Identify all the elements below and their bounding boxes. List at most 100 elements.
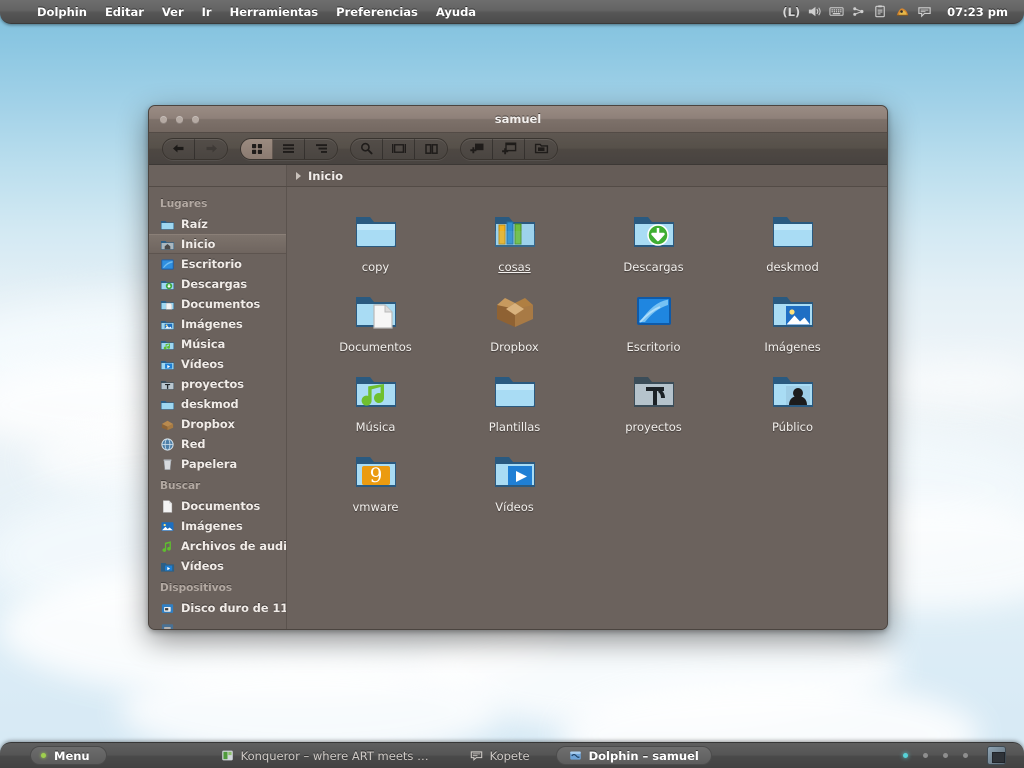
breadcrumb[interactable]: Inicio [287, 169, 343, 183]
sidebar-item-label: Red [181, 437, 206, 451]
preview-icon [391, 144, 406, 153]
svg-text:9: 9 [369, 463, 382, 487]
videos-folder-icon [160, 360, 175, 370]
file-grid: copy cosas Descargas deskmod Documentos … [287, 201, 887, 523]
sidebar-item-documentos[interactable]: Documentos [149, 294, 286, 314]
pager-desktop-1[interactable] [903, 753, 908, 758]
sidebar-item-buscar-imagenes[interactable]: Imágenes [149, 516, 286, 536]
menu-button[interactable]: Menu [30, 746, 107, 765]
file-item-dropbox[interactable]: Dropbox [445, 285, 584, 363]
menu-item-ir[interactable]: Ir [193, 2, 221, 22]
network-icon [161, 437, 174, 451]
sidebar-item-red[interactable]: Red [149, 434, 286, 454]
file-item-descargas[interactable]: Descargas [584, 205, 723, 283]
task-konqueror[interactable]: Konqueror – where ART meets applic... [209, 746, 444, 765]
file-item-copy[interactable]: copy [306, 205, 445, 283]
file-item-musica[interactable]: Música [306, 365, 445, 443]
dolphin-window[interactable]: samuel Inicio Lugares Raíz Inicio Escrit… [148, 105, 888, 630]
sidebar-item-dropbox[interactable]: Dropbox [149, 414, 286, 434]
sidebar-item-label: Descargas [181, 277, 248, 291]
sidebar-item-inicio[interactable]: Inicio [149, 234, 286, 254]
pager-desktop-2[interactable] [923, 753, 928, 758]
sidebar-item-proyectos[interactable]: proyectos [149, 374, 286, 394]
arrow-right-icon [206, 144, 217, 153]
details-view-button[interactable] [305, 139, 337, 159]
sidebar-item-clipped[interactable] [149, 618, 286, 629]
file-item-vmware[interactable]: 9 vmware [306, 445, 445, 523]
grid-icon [251, 143, 262, 154]
new-tab-button[interactable] [461, 138, 493, 159]
task-kopete[interactable]: Kopete [458, 746, 542, 765]
breadcrumb-path[interactable]: Inicio [308, 169, 343, 183]
file-item-proyectos[interactable]: proyectos [584, 365, 723, 443]
file-item-deskmod[interactable]: deskmod [723, 205, 862, 283]
keyboard-icon[interactable] [829, 4, 844, 19]
pager-desktop-4[interactable] [963, 753, 968, 758]
places-sidebar[interactable]: Lugares Raíz Inicio Escritorio Descargas… [149, 187, 287, 629]
folder-public-icon [772, 377, 813, 407]
sidebar-item-disco-duro[interactable]: Disco duro de 115. [149, 598, 286, 618]
pager-desktop-3[interactable] [943, 753, 948, 758]
dolphin-icon [569, 751, 581, 760]
file-item-imagenes[interactable]: Imágenes [723, 285, 862, 363]
sidebar-item-papelera[interactable]: Papelera [149, 454, 286, 474]
sidebar-item-musica[interactable]: Música [149, 334, 286, 354]
sidebar-item-escritorio[interactable]: Escritorio [149, 254, 286, 274]
tray-layout-label: (L) [782, 4, 801, 19]
file-item-cosas[interactable]: cosas [445, 205, 584, 283]
sidebar-item-deskmod[interactable]: deskmod [149, 394, 286, 414]
sidebar-item-raiz[interactable]: Raíz [149, 214, 286, 234]
file-view[interactable]: copy cosas Descargas deskmod Documentos … [287, 187, 887, 629]
file-label: proyectos [625, 420, 682, 434]
folder-vmware-icon: 9 [355, 457, 396, 487]
compact-view-button[interactable] [273, 138, 305, 159]
volume-icon[interactable] [807, 4, 822, 19]
folder-icon [160, 220, 175, 230]
sidebar-item-imagenes[interactable]: Imágenes [149, 314, 286, 334]
bluetooth-icon[interactable] [851, 4, 866, 19]
sidebar-item-videos[interactable]: Vídeos [149, 354, 286, 374]
menu-item-editar[interactable]: Editar [96, 2, 153, 22]
preview-button[interactable] [383, 138, 415, 159]
sidebar-item-label: Documentos [181, 297, 261, 311]
file-item-publico[interactable]: Público [723, 365, 862, 443]
menu-item-dolphin[interactable]: Dolphin [28, 2, 96, 22]
split-button[interactable] [415, 139, 447, 159]
sidebar-item-label: Documentos [181, 499, 261, 513]
file-label: Dropbox [490, 340, 539, 354]
control-button[interactable] [525, 139, 557, 159]
clipboard-icon[interactable] [873, 4, 888, 19]
icons-view-button[interactable] [241, 138, 273, 159]
file-item-escritorio[interactable]: Escritorio [584, 285, 723, 363]
sidebar-item-buscar-documentos[interactable]: Documentos [149, 496, 286, 516]
menu-item-ver[interactable]: Ver [153, 2, 193, 22]
sidebar-item-label: Música [181, 337, 226, 351]
file-item-videos[interactable]: Vídeos [445, 445, 584, 523]
clock[interactable]: 07:23 pm [947, 5, 1008, 19]
show-desktop-icon[interactable] [987, 746, 1006, 765]
new-tab-icon [469, 143, 483, 154]
menu-item-preferencias[interactable]: Preferencias [327, 2, 427, 22]
window-titlebar[interactable]: samuel [149, 106, 887, 133]
back-button[interactable] [163, 138, 195, 159]
kopete-icon [470, 751, 482, 761]
sidebar-item-descargas[interactable]: Descargas [149, 274, 286, 294]
find-button[interactable] [351, 138, 383, 159]
breadcrumb-bar: Inicio [149, 165, 887, 187]
file-label: Descargas [623, 260, 684, 274]
sidebar-item-label: Archivos de audio [181, 539, 287, 553]
kopete-icon[interactable] [895, 4, 910, 19]
menu-item-herramientas[interactable]: Herramientas [221, 2, 328, 22]
file-item-documentos[interactable]: Documentos [306, 285, 445, 363]
sidebar-item-buscar-audio[interactable]: Archivos de audio [149, 536, 286, 556]
menu-bar: Dolphin Editar Ver Ir Herramientas Prefe… [28, 2, 485, 22]
sidebar-item-buscar-videos[interactable]: Vídeos [149, 556, 286, 576]
menu-indicator-icon [41, 753, 46, 758]
file-item-plantillas[interactable]: Plantillas [445, 365, 584, 443]
chat-icon[interactable] [917, 4, 932, 19]
task-dolphin[interactable]: Dolphin – samuel [555, 746, 712, 765]
forward-button[interactable] [195, 139, 227, 159]
new-window-button[interactable] [493, 138, 525, 159]
menu-item-ayuda[interactable]: Ayuda [427, 2, 485, 22]
details-icon [315, 144, 327, 153]
